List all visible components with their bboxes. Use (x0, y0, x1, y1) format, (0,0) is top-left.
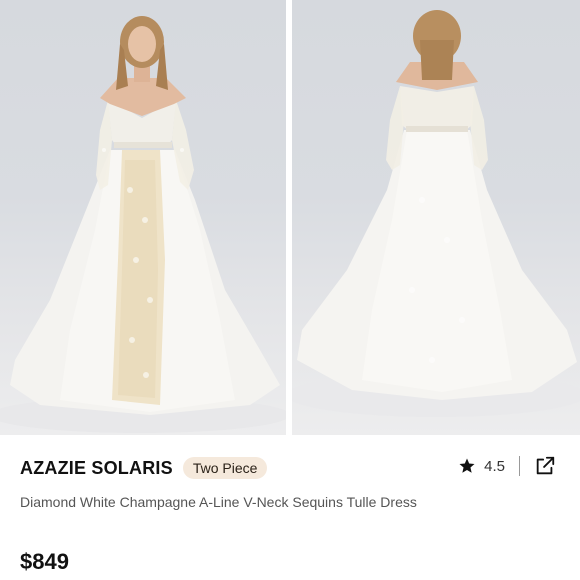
product-info: AZAZIE SOLARIS Two Piece 4.5 Diamond Whi… (0, 435, 580, 580)
rating[interactable]: 4.5 (458, 457, 505, 475)
product-actions: 4.5 (458, 455, 556, 477)
brand-row: AZAZIE SOLARIS Two Piece (20, 457, 268, 479)
product-image-back[interactable] (292, 0, 580, 435)
product-title[interactable]: Diamond White Champagne A-Line V-Neck Se… (20, 491, 440, 513)
style-badge: Two Piece (182, 457, 268, 479)
dress-back-illustration (292, 10, 580, 417)
rating-value: 4.5 (484, 457, 505, 475)
dress-front-illustration (0, 16, 286, 433)
star-icon (458, 457, 476, 475)
share-external-icon[interactable] (534, 455, 556, 477)
product-gallery (0, 0, 580, 435)
brand-name[interactable]: AZAZIE SOLARIS (20, 458, 173, 479)
product-image-front[interactable] (0, 0, 286, 435)
product-price: $849 (20, 549, 69, 574)
actions-divider (519, 456, 520, 476)
